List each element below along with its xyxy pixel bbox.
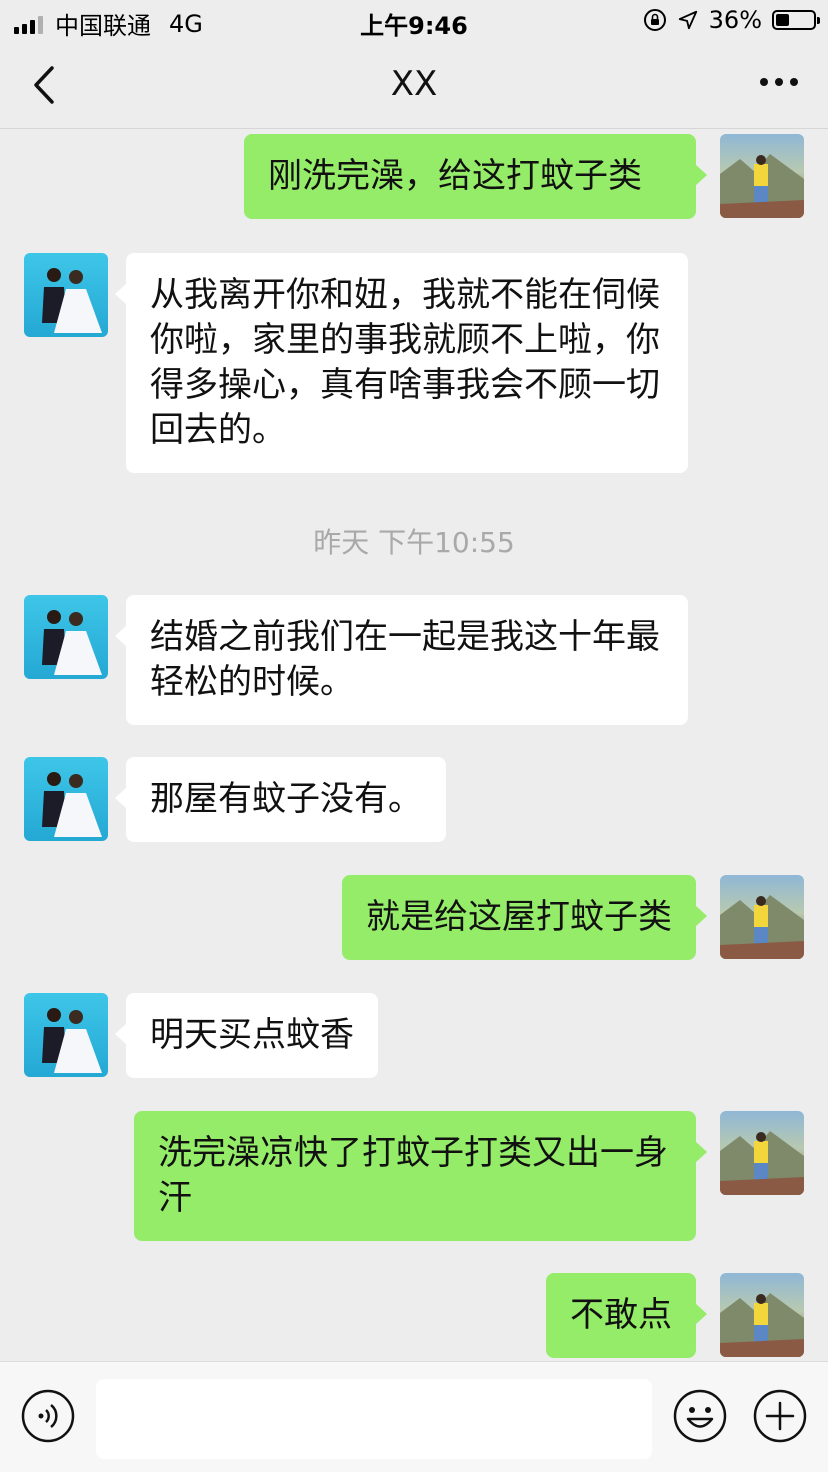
voice-button[interactable] — [20, 1388, 76, 1444]
more-button[interactable] — [760, 78, 798, 86]
battery-level — [776, 14, 789, 26]
nav-bar: XX — [0, 42, 828, 129]
my-avatar[interactable] — [720, 875, 804, 959]
avatar-photo-icon — [42, 1008, 102, 1073]
message-bubble-received[interactable]: 结婚之前我们在一起是我这十年最轻松的时候。 — [115, 595, 688, 725]
message-input[interactable] — [96, 1379, 652, 1459]
avatar-photo-icon — [720, 895, 804, 959]
location-arrow-icon — [678, 10, 697, 30]
avatar-photo-icon — [42, 268, 102, 333]
contact-avatar[interactable] — [24, 253, 108, 337]
avatar-photo-icon — [720, 1131, 804, 1195]
contact-avatar[interactable] — [24, 993, 108, 1077]
message-bubble-sent[interactable]: 刚洗完澡，给这打蚊子类 — [244, 134, 707, 219]
contact-avatar[interactable] — [24, 595, 108, 679]
chat-screen: 中国联通 4G 上午9:46 36% XX 刚洗完澡，给这打蚊子类 从我离开你和… — [0, 0, 828, 1472]
message-timestamp: 昨天 下午10:55 — [313, 526, 515, 559]
contact-avatar[interactable] — [24, 757, 108, 841]
message-bubble-sent[interactable]: 不敢点 — [546, 1273, 707, 1358]
orientation-lock-icon — [643, 9, 666, 31]
avatar-photo-icon — [720, 1293, 804, 1357]
more-actions-button[interactable] — [752, 1388, 808, 1444]
plus-icon — [753, 1389, 807, 1443]
chat-title: XX — [390, 64, 438, 104]
battery-percent: 36% — [708, 6, 762, 34]
my-avatar[interactable] — [720, 134, 804, 218]
battery-icon — [772, 10, 820, 30]
avatar-photo-icon — [720, 154, 804, 218]
message-bubble-sent[interactable]: 就是给这屋打蚊子类 — [342, 875, 707, 960]
message-bubble-received[interactable]: 那屋有蚊子没有。 — [115, 757, 446, 842]
status-right: 36% — [643, 6, 820, 34]
avatar-photo-icon — [42, 772, 102, 837]
ellipsis-icon — [760, 78, 768, 86]
message-list[interactable]: 刚洗完澡，给这打蚊子类 从我离开你和妞，我就不能在伺候你啦，家里的事我就顾不上啦… — [0, 129, 828, 1361]
input-bar — [0, 1361, 828, 1472]
emoji-button[interactable] — [672, 1388, 728, 1444]
voice-icon — [21, 1389, 75, 1443]
message-bubble-sent[interactable]: 洗完澡凉快了打蚊子打类又出一身汗 — [134, 1111, 707, 1241]
message-bubble-received[interactable]: 明天买点蚊香 — [115, 993, 378, 1078]
emoji-icon — [673, 1389, 727, 1443]
message-bubble-received[interactable]: 从我离开你和妞，我就不能在伺候你啦，家里的事我就顾不上啦，你得多操心，真有啥事我… — [115, 253, 688, 473]
avatar-photo-icon — [42, 610, 102, 675]
my-avatar[interactable] — [720, 1111, 804, 1195]
status-bar: 中国联通 4G 上午9:46 36% — [0, 0, 828, 42]
my-avatar[interactable] — [720, 1273, 804, 1357]
